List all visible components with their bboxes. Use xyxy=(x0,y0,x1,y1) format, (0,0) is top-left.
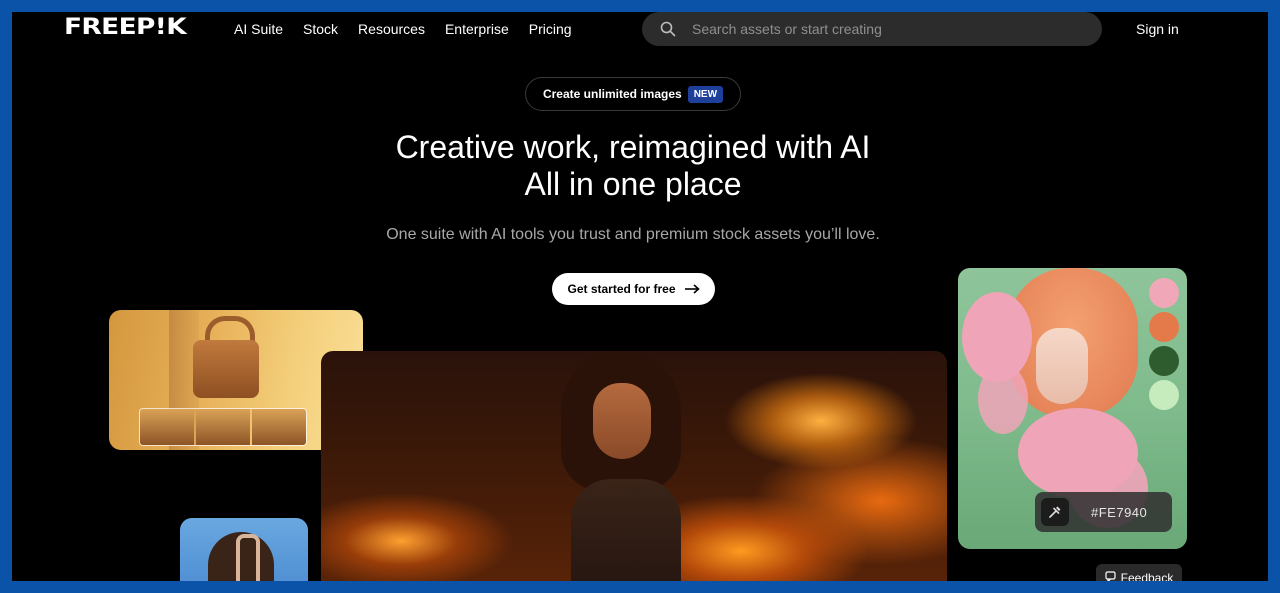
feedback-button[interactable]: Feedback xyxy=(1096,564,1182,581)
thumbnail xyxy=(140,409,194,445)
search-bar[interactable] xyxy=(642,12,1102,46)
hero-headline: Creative work, reimagined with AI All in… xyxy=(12,129,1254,203)
new-badge: NEW xyxy=(687,85,724,103)
arrow-right-icon xyxy=(684,284,700,294)
announcement-pill[interactable]: Create unlimited images NEW xyxy=(525,77,741,111)
nav-resources[interactable]: Resources xyxy=(358,21,425,37)
freepik-logo[interactable]: FREEP!K xyxy=(64,16,187,40)
color-swatch[interactable] xyxy=(1149,346,1179,376)
chat-icon xyxy=(1105,571,1116,581)
hex-value: #FE7940 xyxy=(1091,504,1148,520)
nav-ai-suite[interactable]: AI Suite xyxy=(234,21,283,37)
color-swatch[interactable] xyxy=(1149,380,1179,410)
flower-portrait-card: #FE7940 xyxy=(958,268,1187,549)
handbag xyxy=(193,340,259,398)
headline-line-2: All in one place xyxy=(524,166,742,202)
color-swatch[interactable] xyxy=(1149,312,1179,342)
fire-video-card xyxy=(321,351,947,581)
main-nav: AI Suite Stock Resources Enterprise Pric… xyxy=(234,21,572,37)
nav-stock[interactable]: Stock xyxy=(303,21,338,37)
color-swatches xyxy=(1149,278,1179,410)
thumbnail xyxy=(252,409,306,445)
flower-petal xyxy=(978,364,1028,434)
sign-in-link[interactable]: Sign in xyxy=(1136,21,1179,37)
eyedropper-icon[interactable] xyxy=(1041,498,1069,526)
hero-subline: One suite with AI tools you trust and pr… xyxy=(386,226,880,243)
headphones-image-card xyxy=(180,518,308,581)
torso xyxy=(571,479,681,581)
nav-enterprise[interactable]: Enterprise xyxy=(445,21,509,37)
nav-pricing[interactable]: Pricing xyxy=(529,21,572,37)
page-frame: FREEP!K AI Suite Stock Resources Enterpr… xyxy=(12,12,1268,581)
variation-thumbnails xyxy=(139,408,307,446)
announcement-text: Create unlimited images xyxy=(542,87,682,101)
woman-figure xyxy=(551,351,701,581)
search-input[interactable] xyxy=(690,20,1074,38)
face xyxy=(1036,328,1088,404)
get-started-label: Get started for free xyxy=(567,282,676,296)
feedback-label: Feedback xyxy=(1120,571,1174,581)
face xyxy=(593,383,651,459)
get-started-button[interactable]: Get started for free xyxy=(552,273,715,305)
headline-line-1: Creative work, reimagined with AI xyxy=(395,129,871,165)
color-picker-chip[interactable]: #FE7940 xyxy=(1035,492,1172,532)
thumbnail xyxy=(196,409,250,445)
headphones xyxy=(236,534,260,581)
search-icon xyxy=(660,21,676,37)
color-swatch[interactable] xyxy=(1149,278,1179,308)
